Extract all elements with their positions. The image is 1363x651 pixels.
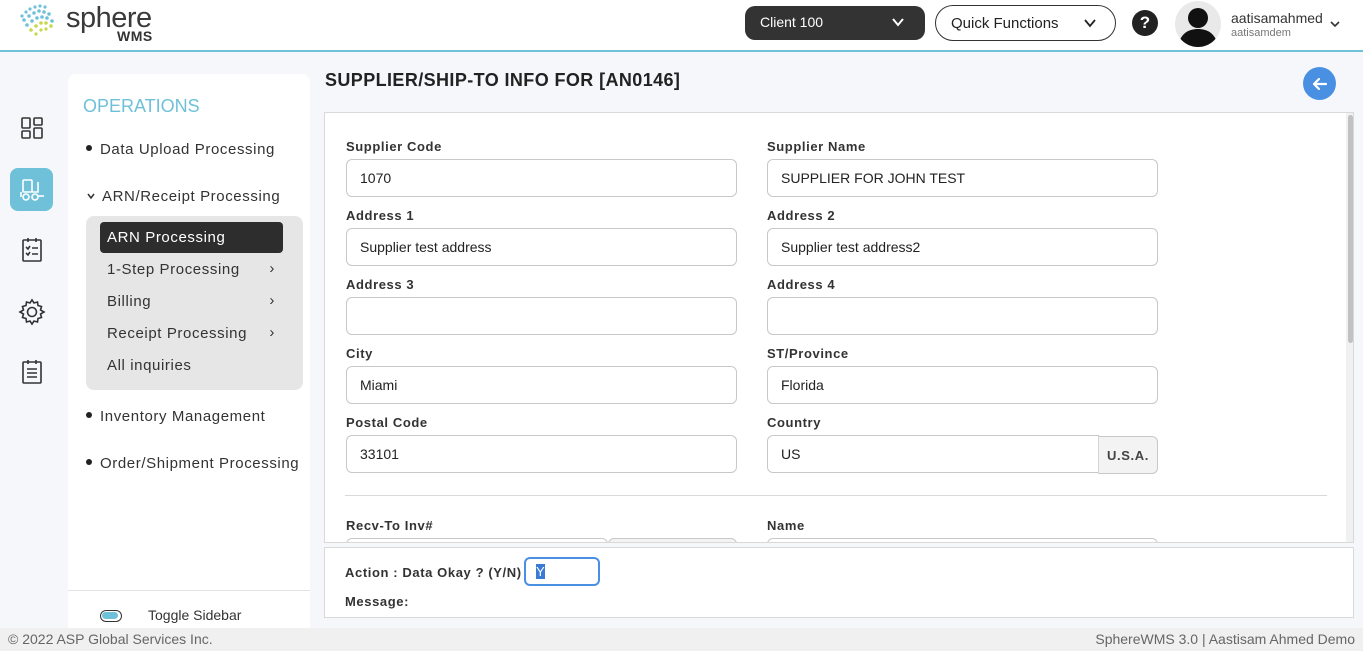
form-scrollbar-thumb[interactable] [1348, 115, 1353, 343]
chevron-down-icon [892, 18, 904, 27]
user-name: aatisamahmed [1231, 10, 1323, 26]
logo[interactable]: sphere WMS [16, 2, 166, 46]
help-icon[interactable]: ? [1132, 10, 1158, 36]
action-input[interactable]: Y [524, 557, 600, 586]
section-divider [345, 495, 1327, 496]
user-avatar-icon [1178, 8, 1218, 47]
action-panel: Action : Data Okay ? (Y/N) Y Message: [324, 547, 1354, 618]
recv-inv-addon [608, 538, 737, 542]
toggle-sidebar-label: Toggle Sidebar [148, 607, 242, 623]
quick-functions-label: Quick Functions [951, 15, 1059, 32]
province-field[interactable]: Florida [767, 366, 1158, 404]
address3-label: Address 3 [346, 277, 415, 292]
submenu-arn-receipt: ARN Processing 1-Step Processing › Billi… [86, 216, 303, 390]
address2-label: Address 2 [767, 208, 836, 223]
chevron-right-icon: › [269, 324, 275, 341]
sidebar-item-label: ARN/Receipt Processing [102, 188, 281, 205]
forklift-icon[interactable] [10, 168, 53, 211]
sidebar-item-inventory[interactable]: Inventory Management [86, 408, 265, 425]
message-label: Message: [345, 594, 410, 609]
recv-inv-label: Recv-To Inv# [346, 518, 434, 533]
footer: © 2022 ASP Global Services Inc. SphereWM… [0, 628, 1363, 651]
name-label: Name [767, 518, 805, 533]
submenu-item-billing[interactable]: Billing › [100, 286, 283, 317]
postal-code-label: Postal Code [346, 415, 428, 430]
client-select[interactable]: Client 100 [745, 6, 925, 40]
report-icon[interactable] [10, 350, 53, 393]
address1-field[interactable]: Supplier test address [346, 228, 737, 266]
gear-icon[interactable] [10, 290, 53, 333]
sidebar-item-order-shipment[interactable]: Order/Shipment Processing [86, 455, 299, 472]
chevron-right-icon: › [269, 260, 275, 277]
sidebar: OPERATIONS Data Upload Processing ARN/Re… [68, 74, 310, 630]
submenu-item-all-inquiries[interactable]: All inquiries [100, 350, 283, 381]
bullet-icon [86, 459, 92, 466]
submenu-item-label: ARN Processing [107, 229, 226, 246]
submenu-item-receipt-processing[interactable]: Receipt Processing › [100, 318, 283, 349]
action-label: Action : Data Okay ? (Y/N) [345, 565, 522, 580]
submenu-item-label: Receipt Processing [107, 325, 248, 342]
address4-field[interactable] [767, 297, 1158, 335]
city-field[interactable]: Miami [346, 366, 737, 404]
address1-label: Address 1 [346, 208, 415, 223]
bullet-icon [86, 145, 92, 152]
submenu-item-label: All inquiries [107, 357, 192, 374]
toggle-sidebar-switch[interactable] [100, 610, 122, 622]
address3-field[interactable] [346, 297, 737, 335]
country-name-tag: U.S.A. [1098, 436, 1158, 474]
country-field[interactable]: US [767, 435, 1099, 473]
chevron-down-icon [1084, 19, 1096, 28]
address4-label: Address 4 [767, 277, 836, 292]
address2-field[interactable]: Supplier test address2 [767, 228, 1158, 266]
sidebar-item-label: Order/Shipment Processing [100, 455, 300, 472]
sidebar-footer: Toggle Sidebar [68, 590, 310, 630]
supplier-name-label: Supplier Name [767, 139, 866, 154]
checklist-icon[interactable] [10, 228, 53, 271]
sidebar-item-label: Data Upload Processing [100, 141, 275, 158]
country-label: Country [767, 415, 822, 430]
version-info: SphereWMS 3.0 | Aastisam Ahmed Demo [1095, 631, 1355, 647]
quick-functions-button[interactable]: Quick Functions [935, 5, 1116, 41]
back-button[interactable] [1303, 67, 1336, 100]
chevron-down-icon [87, 193, 95, 200]
globe-logo-icon [20, 4, 54, 36]
postal-code-field[interactable]: 33101 [346, 435, 737, 473]
city-label: City [346, 346, 373, 361]
name-field[interactable] [767, 538, 1158, 542]
submenu-item-1-step-processing[interactable]: 1-Step Processing › [100, 254, 283, 285]
supplier-code-field[interactable]: 1070 [346, 159, 737, 197]
submenu-item-label: Billing [107, 293, 152, 310]
dashboard-icon[interactable] [10, 106, 53, 149]
sidebar-item-arn-receipt[interactable]: ARN/Receipt Processing [86, 188, 280, 205]
user-subtitle: aatisamdem [1231, 27, 1291, 39]
action-input-value: Y [536, 564, 545, 579]
page-title: SUPPLIER/SHIP-TO INFO FOR [AN0146] [325, 70, 681, 90]
province-label: ST/Province [767, 346, 849, 361]
supplier-code-label: Supplier Code [346, 139, 442, 154]
recv-inv-field[interactable] [346, 538, 608, 542]
avatar[interactable] [1175, 1, 1221, 47]
sidebar-item-data-upload[interactable]: Data Upload Processing [86, 141, 275, 158]
copyright: © 2022 ASP Global Services Inc. [8, 631, 213, 647]
submenu-item-arn-processing[interactable]: ARN Processing [100, 222, 283, 253]
sidebar-item-label: Inventory Management [100, 408, 266, 425]
logo-subtitle: WMS [117, 28, 153, 44]
arrow-left-icon [1312, 77, 1327, 90]
submenu-item-label: 1-Step Processing [107, 261, 240, 278]
client-select-value: Client 100 [760, 14, 824, 30]
sidebar-section-title: OPERATIONS [83, 96, 200, 116]
chevron-down-icon[interactable] [1329, 18, 1341, 30]
bullet-icon [86, 412, 92, 419]
chevron-right-icon: › [269, 292, 275, 309]
supplier-name-field[interactable]: SUPPLIER FOR JOHN TEST [767, 159, 1158, 197]
top-bar: sphere WMS Client 100 Quick Functions ? … [0, 0, 1363, 52]
supplier-form: Supplier Code 1070 Supplier Name SUPPLIE… [324, 112, 1354, 543]
